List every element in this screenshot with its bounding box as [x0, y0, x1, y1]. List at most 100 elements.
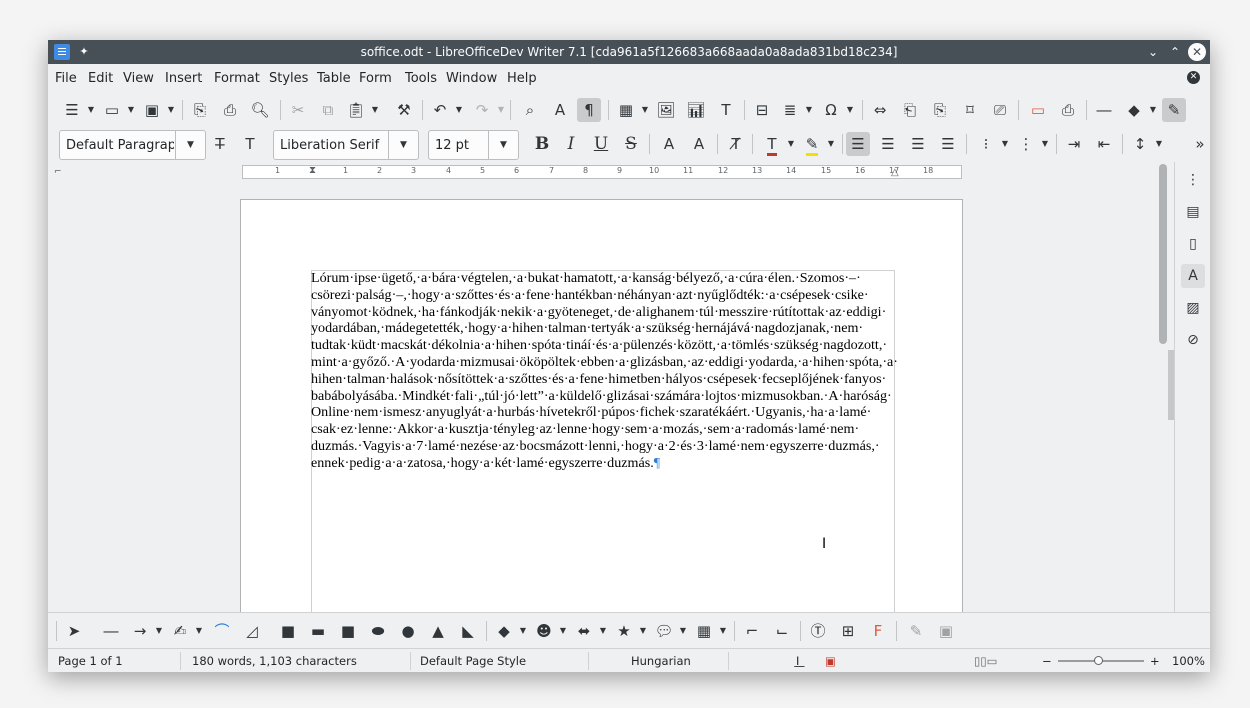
italic-icon[interactable]: I [559, 132, 583, 156]
menu-view[interactable]: View [123, 71, 154, 86]
insert-bookmark-icon[interactable]: ⌑ [958, 98, 982, 122]
decrease-indent-icon[interactable]: ⇤ [1092, 132, 1116, 156]
zoom-out-button[interactable]: − [1042, 654, 1052, 668]
ellipse-icon[interactable]: ⬬ [366, 619, 390, 643]
close-document-icon[interactable]: ✕ [1187, 71, 1200, 84]
menu-window[interactable]: Window [446, 71, 497, 86]
square-icon[interactable]: ■ [336, 619, 360, 643]
rectangle-icon[interactable]: ■ [276, 619, 300, 643]
open-folder-icon[interactable]: ▭ [100, 98, 124, 122]
symbol-shapes-icon[interactable]: ☻ [532, 619, 556, 643]
special-character-dropdown-icon[interactable]: ▼ [845, 98, 855, 122]
fit-text-icon[interactable]: ⊞ [836, 619, 860, 643]
basic-shapes-icon[interactable]: ◆ [1122, 98, 1146, 122]
unordered-list-dropdown-icon[interactable]: ▼ [1000, 132, 1010, 156]
scrollbar-thumb[interactable] [1159, 164, 1167, 344]
insert-footnote-icon[interactable]: ⎗ [898, 98, 922, 122]
basic-shapes-diamond-icon[interactable]: ◆ [492, 619, 516, 643]
menu-edit[interactable]: Edit [88, 71, 113, 86]
left-indent-marker-icon[interactable]: ⧗ [309, 165, 316, 176]
text-box-icon[interactable]: Ⓣ [806, 619, 830, 643]
subscript-icon[interactable]: A [687, 132, 711, 156]
insert-endnote-icon[interactable]: ⎘ [928, 98, 952, 122]
font-size-combo[interactable]: 12 pt ▼ [428, 130, 519, 160]
polygon-icon[interactable]: ◿ [240, 619, 264, 643]
stars-icon[interactable]: ★ [612, 619, 636, 643]
tab-stop-selector[interactable]: ⌐ [54, 167, 62, 177]
export-pdf-icon[interactable]: ⎘ [188, 98, 212, 122]
open-dropdown-icon[interactable]: ▼ [126, 98, 136, 122]
right-indent-marker-icon[interactable]: △ [891, 167, 899, 178]
stars-dropdown-icon[interactable]: ▼ [638, 619, 648, 643]
paste-dropdown-icon[interactable]: ▼ [370, 98, 380, 122]
undo-icon[interactable]: ↶ [428, 98, 452, 122]
redo-dropdown-icon[interactable]: ▼ [496, 98, 506, 122]
line-spacing-dropdown-icon[interactable]: ▼ [1154, 132, 1164, 156]
update-style-icon[interactable]: T̶ [208, 132, 232, 156]
more-options-icon[interactable]: » [1188, 132, 1210, 156]
sidebar-menu-icon[interactable]: ⋮ [1181, 168, 1205, 192]
align-right-icon[interactable]: ☰ [906, 132, 930, 156]
insert-textbox-icon[interactable]: T [714, 98, 738, 122]
paste-icon[interactable]: 📋︎ [344, 98, 368, 122]
callouts-dropdown-icon[interactable]: ▼ [678, 619, 688, 643]
track-changes-icon[interactable]: ⎙ [1056, 98, 1080, 122]
symbol-shapes-dropdown-icon[interactable]: ▼ [558, 619, 568, 643]
align-center-icon[interactable]: ☰ [876, 132, 900, 156]
text-language[interactable]: Hungarian [631, 654, 691, 668]
highlight-color-icon[interactable]: ✎ [800, 132, 824, 156]
menu-table[interactable]: Table [317, 71, 351, 86]
insert-field-icon[interactable]: ≣ [778, 98, 802, 122]
menu-format[interactable]: Format [214, 71, 260, 86]
zoom-slider-knob[interactable] [1094, 656, 1103, 665]
zoom-slider[interactable] [1058, 656, 1144, 665]
align-left-icon[interactable]: ☰ [846, 132, 870, 156]
insert-page-break-icon[interactable]: ⊟ [750, 98, 774, 122]
table-dropdown-icon[interactable]: ▼ [640, 98, 650, 122]
font-name-dropdown-icon[interactable]: ▼ [388, 131, 418, 159]
right-triangle-icon[interactable]: ◣ [456, 619, 480, 643]
insert-image-icon[interactable]: 🖼︎ [654, 98, 678, 122]
fontwork-icon[interactable]: F [866, 619, 890, 643]
horizontal-ruler[interactable]: 1 1 2 3 4 5 6 7 8 9 10 11 12 13 14 15 16… [242, 165, 962, 179]
block-arrows-dropdown-icon[interactable]: ▼ [598, 619, 608, 643]
flowchart-dropdown-icon[interactable]: ▼ [718, 619, 728, 643]
menu-styles[interactable]: Styles [269, 71, 308, 86]
page-style[interactable]: Default Page Style [420, 654, 526, 668]
block-arrows-icon[interactable]: ⬌ [572, 619, 596, 643]
paragraph-style-combo[interactable]: Default Paragraph Style ▼ [59, 130, 206, 160]
sidebar-styles-icon[interactable]: A [1181, 264, 1205, 288]
zoom-in-button[interactable]: + [1150, 654, 1160, 668]
insert-table-icon[interactable]: ▦ [614, 98, 638, 122]
redo-icon[interactable]: ↷ [470, 98, 494, 122]
font-color-icon[interactable]: T [760, 132, 784, 156]
menu-file[interactable]: File [55, 71, 77, 86]
unordered-list-icon[interactable]: ⁝ [974, 132, 998, 156]
maximize-chevron-icon[interactable]: ⌃ [1166, 43, 1184, 61]
save-icon[interactable]: ▣ [140, 98, 164, 122]
menu-form[interactable]: Form [359, 71, 392, 86]
bold-icon[interactable]: B [530, 132, 554, 156]
insert-line-icon[interactable]: ― [1092, 98, 1116, 122]
insert-comment-icon[interactable]: ▭ [1026, 98, 1050, 122]
font-color-dropdown-icon[interactable]: ▼ [786, 132, 796, 156]
line-arrow-icon[interactable]: → [128, 619, 152, 643]
sidebar-navigator-icon[interactable]: ⊘ [1181, 328, 1205, 352]
select-arrow-icon[interactable]: ➤ [62, 619, 86, 643]
print-icon[interactable]: ⎙ [218, 98, 242, 122]
save-dropdown-icon[interactable]: ▼ [166, 98, 176, 122]
paragraph-style-dropdown-icon[interactable]: ▼ [175, 131, 205, 159]
document-page[interactable]: Lórum·ipse·ügető,·a·bára·végtelen,·a·buk… [240, 199, 963, 612]
sidebar-gallery-icon[interactable]: ▨ [1181, 296, 1205, 320]
sidebar-page-icon[interactable]: ▯ [1181, 232, 1205, 256]
insert-hyperlink-icon[interactable]: ⇔ [868, 98, 892, 122]
strikethrough-icon[interactable]: S [619, 132, 643, 156]
new-style-icon[interactable]: T [238, 132, 262, 156]
ordered-list-icon[interactable]: ⋮ [1014, 132, 1038, 156]
pen-dropdown-icon[interactable]: ▼ [194, 619, 204, 643]
highlight-dropdown-icon[interactable]: ▼ [826, 132, 836, 156]
document-canvas[interactable]: Lórum·ipse·ügető,·a·bára·végtelen,·a·buk… [48, 184, 1156, 612]
find-replace-icon[interactable]: ⌕ [518, 98, 542, 122]
underline-icon[interactable]: U [589, 132, 613, 156]
basic-shapes-dropdown-icon[interactable]: ▼ [518, 619, 528, 643]
